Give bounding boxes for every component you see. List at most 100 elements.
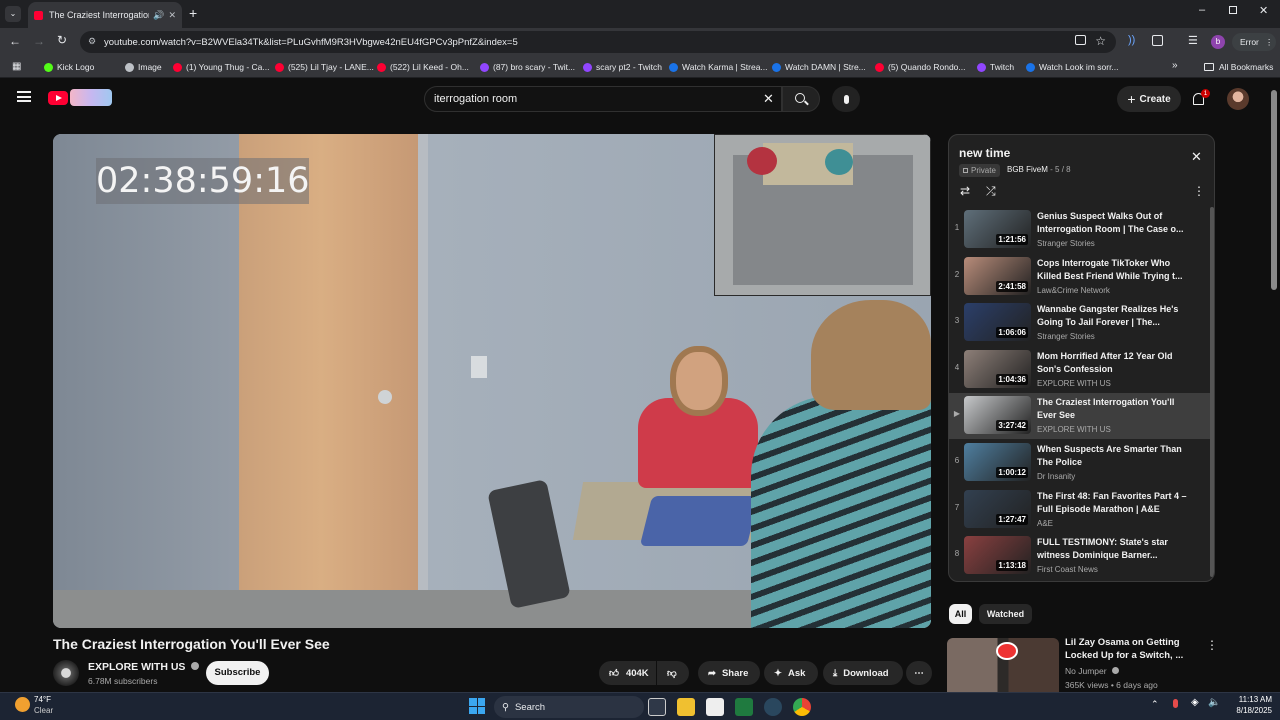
youtube-doodle-logo[interactable]: [70, 89, 112, 106]
recommended-menu-icon[interactable]: ⋮: [1206, 638, 1218, 652]
minimize-icon[interactable]: –: [1199, 4, 1205, 16]
taskbar-search[interactable]: ⚲ Search: [494, 696, 644, 718]
maximize-icon[interactable]: [1229, 6, 1237, 14]
shuffle-icon[interactable]: ⤮: [986, 184, 996, 199]
tab-search-icon[interactable]: ☰: [1188, 34, 1198, 47]
address-bar[interactable]: ⚙ youtube.com/watch?v=B2WVEla34Tk&list=P…: [80, 31, 1116, 53]
share-button[interactable]: ➦ Share: [698, 661, 760, 685]
playlist-scrollbar[interactable]: [1210, 207, 1214, 577]
chip-watched[interactable]: Watched: [979, 604, 1032, 624]
clock-date[interactable]: 8/18/2025: [1224, 706, 1272, 715]
bookmark-star-icon[interactable]: ☆: [1095, 34, 1106, 48]
site-info-icon[interactable]: ⚙: [88, 36, 96, 47]
bookmark-item[interactable]: Image: [125, 60, 162, 74]
playlist-item-title[interactable]: FULL TESTIMONY: State's star witness Dom…: [1037, 536, 1187, 562]
create-button[interactable]: + Create: [1117, 86, 1181, 112]
playlist-item-thumbnail[interactable]: 2:41:58: [964, 256, 1031, 295]
playlist-menu-icon[interactable]: ⋮: [1193, 184, 1205, 198]
playlist-item[interactable]: 7 1:27:47 The First 48: Fan Favorites Part…: [949, 487, 1214, 533]
bookmark-item[interactable]: (87) bro scary - Twit...: [480, 60, 575, 74]
microphone-tray-icon[interactable]: [1173, 699, 1178, 708]
bookmark-item[interactable]: Watch Look im sorr...: [1026, 60, 1119, 74]
bookmark-item[interactable]: Watch Karma | Strea...: [669, 60, 768, 74]
install-app-icon[interactable]: [1075, 35, 1086, 45]
more-vert-icon[interactable]: ⋮: [1265, 37, 1274, 48]
file-explorer-icon[interactable]: [677, 698, 695, 716]
clock-time[interactable]: 11:13 AM: [1228, 695, 1272, 704]
apps-grid-icon[interactable]: ▦: [12, 61, 21, 72]
recommended-thumbnail[interactable]: [947, 638, 1059, 692]
menu-icon[interactable]: [17, 91, 31, 102]
error-chip[interactable]: Error ⋮: [1232, 33, 1276, 51]
volume-icon[interactable]: 🔈: [1208, 697, 1220, 708]
weather-temperature[interactable]: 74°F: [34, 695, 51, 704]
channel-name[interactable]: EXPLORE WITH US: [88, 661, 200, 673]
bookmark-item[interactable]: (522) Lil Keed - Oh...: [377, 60, 469, 74]
tab-search-button[interactable]: ⌄: [5, 6, 21, 22]
bookmark-item[interactable]: Kick Logo: [44, 60, 94, 74]
bookmarks-overflow-icon[interactable]: »: [1172, 60, 1178, 71]
youtube-logo[interactable]: [48, 91, 68, 105]
steam-icon[interactable]: [764, 698, 782, 716]
ask-button[interactable]: ✦ Ask: [764, 661, 818, 685]
download-button[interactable]: ⤓ Download: [823, 661, 903, 685]
playlist-close-icon[interactable]: ✕: [1191, 149, 1202, 165]
recommended-title[interactable]: Lil Zay Osama on Getting Locked Up for a…: [1065, 636, 1190, 662]
page-scrollbar[interactable]: [1271, 90, 1277, 290]
playlist-item[interactable]: ▶ 3:27:42 The Craziest Interrogation You'l…: [949, 393, 1214, 440]
tab-close-icon[interactable]: ✕: [168, 10, 176, 21]
new-tab-button[interactable]: +: [189, 5, 197, 21]
playlist-item-title[interactable]: Mom Horrified After 12 Year Old Son's Co…: [1037, 350, 1187, 376]
playlist-item[interactable]: 2 2:41:58 Cops Interrogate TikToker Who Ki…: [949, 254, 1214, 300]
subscribe-button[interactable]: Subscribe: [206, 661, 269, 685]
playlist-item[interactable]: 1 1:21:56 Genius Suspect Walks Out of Inte…: [949, 207, 1214, 253]
playlist-item-thumbnail[interactable]: 1:13:18: [964, 536, 1031, 575]
excel-app-icon[interactable]: [735, 698, 753, 716]
playlist-item-title[interactable]: Genius Suspect Walks Out of Interrogatio…: [1037, 210, 1187, 236]
task-view-icon[interactable]: [648, 698, 666, 716]
playlist-item[interactable]: 4 1:04:36 Mom Horrified After 12 Year Old …: [949, 347, 1214, 393]
extension-icon-blue[interactable]: )): [1128, 34, 1135, 46]
playlist-item-thumbnail[interactable]: 3:27:42: [964, 396, 1031, 435]
playlist-item-title[interactable]: The First 48: Fan Favorites Part 4 – Ful…: [1037, 490, 1187, 516]
bookmark-item[interactable]: (5) Quando Rondo...: [875, 60, 966, 74]
start-button[interactable]: [469, 698, 485, 714]
bookmark-item[interactable]: scary pt2 - Twitch: [583, 60, 662, 74]
bookmark-item[interactable]: (1) Young Thug - Ca...: [173, 60, 269, 74]
audio-playing-icon[interactable]: 🔊: [153, 10, 164, 21]
chip-all[interactable]: All: [949, 604, 972, 624]
playlist-item-thumbnail[interactable]: 1:21:56: [964, 210, 1031, 248]
tray-overflow-icon[interactable]: ⌃: [1151, 699, 1159, 710]
playlist-item-title[interactable]: The Craziest Interrogation You'll Ever S…: [1037, 396, 1187, 422]
bookmark-item[interactable]: Watch DAMN | Stre...: [772, 60, 866, 74]
playlist-item-title[interactable]: When Suspects Are Smarter Than The Polic…: [1037, 443, 1187, 469]
search-button[interactable]: [782, 86, 820, 112]
channel-avatar[interactable]: [53, 660, 79, 686]
reload-icon[interactable]: ↻: [57, 33, 67, 47]
chrome-icon[interactable]: [793, 698, 811, 716]
back-icon[interactable]: ←: [9, 34, 21, 48]
weather-icon[interactable]: [15, 697, 30, 712]
extensions-puzzle-icon[interactable]: [1152, 35, 1163, 46]
playlist-item-thumbnail[interactable]: 1:04:36: [964, 349, 1031, 388]
playlist-item[interactable]: 3 1:06:06 Wannabe Gangster Realizes He's G…: [949, 300, 1214, 346]
forward-icon[interactable]: →: [33, 34, 45, 48]
search-input[interactable]: iterrogation room ✕: [424, 86, 782, 112]
account-avatar[interactable]: [1227, 88, 1249, 110]
bookmark-item[interactable]: Twitch: [977, 60, 1014, 74]
playlist-item-title[interactable]: Wannabe Gangster Realizes He's Going To …: [1037, 303, 1187, 329]
playlist-item-title[interactable]: Cops Interrogate TikToker Who Killed Bes…: [1037, 257, 1187, 283]
profile-avatar[interactable]: b: [1211, 35, 1225, 49]
all-bookmarks-button[interactable]: All Bookmarks: [1204, 60, 1273, 74]
playlist-item[interactable]: 8 1:13:18 FULL TESTIMONY: State's star wit…: [949, 533, 1214, 579]
bookmark-item[interactable]: (525) Lil Tjay - LANE...: [275, 60, 374, 74]
like-button[interactable]: 👍︎ 404K: [599, 661, 656, 685]
notifications-button[interactable]: 1: [1190, 89, 1210, 110]
window-close-icon[interactable]: ✕: [1259, 4, 1268, 17]
playlist-item[interactable]: 6 1:00:12 When Suspects Are Smarter Than T…: [949, 440, 1214, 486]
notepad-app-icon[interactable]: [706, 698, 724, 716]
dislike-button[interactable]: 👎︎: [657, 661, 689, 685]
wifi-icon[interactable]: ◈: [1191, 697, 1199, 708]
playlist-item-thumbnail[interactable]: 1:27:47: [964, 489, 1031, 528]
loop-icon[interactable]: ⇄: [960, 184, 970, 198]
